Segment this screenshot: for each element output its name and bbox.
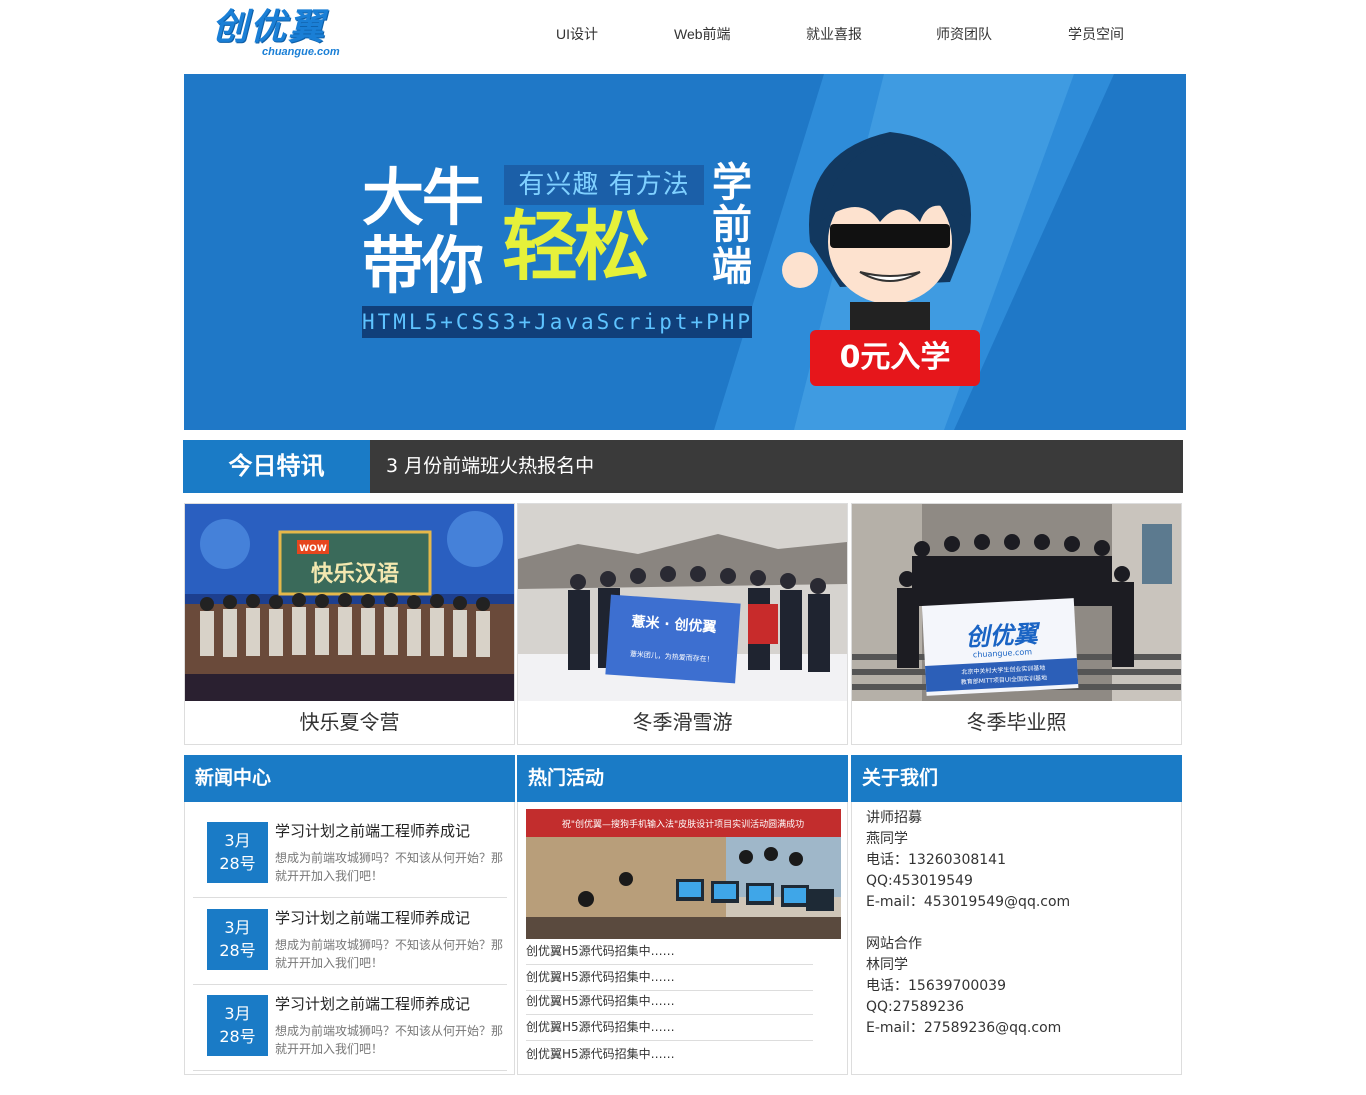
photo-caption[interactable]: 冬季滑雪游 — [518, 701, 847, 745]
photo-card-summer-camp[interactable]: WOW 快乐汉语 快乐夏令营 — [184, 503, 515, 745]
news-title[interactable]: 学习计划之前端工程师养成记 — [275, 993, 470, 1014]
date-day: 28号 — [219, 941, 256, 960]
about-contact-info: 讲师招募 燕同学 电话：13260308141 QQ:453019549 E-m… — [866, 808, 1070, 1039]
activity-link[interactable]: 创优翼H5源代码招集中…… — [526, 1043, 813, 1068]
hero-banner[interactable]: 大牛 带你 有兴趣 有方法 轻松 学前端 HTML5+CSS3+JavaScri… — [184, 74, 1186, 430]
logo-wordmark: 创优翼 — [212, 7, 327, 48]
date-badge: 3月 28号 — [207, 909, 268, 970]
coop-contact-name: 林同学 — [866, 957, 908, 973]
banner-line1: 大牛 — [362, 161, 484, 234]
logo-domain: chuangue.com — [262, 46, 340, 58]
date-badge: 3月 28号 — [207, 822, 268, 883]
panel-title: 热门活动 — [517, 755, 848, 802]
about-us-panel: 关于我们 讲师招募 燕同学 电话：13260308141 QQ:45301954… — [851, 755, 1182, 1075]
cartoon-student-illustration — [782, 132, 971, 332]
photo-caption[interactable]: 冬季毕业照 — [852, 701, 1181, 745]
photo-card-ski-trip[interactable]: 薏米 · 创优翼 薏米团儿，为热爱而存在！ 冬季滑雪游 — [517, 503, 848, 745]
nav-student-space[interactable]: 学员空间 — [1068, 24, 1124, 44]
hot-activities-panel: 热门活动 祝"创优翼—搜狗手机输入法"皮肤设计项目实训活动圆满成功 创优翼H5源… — [517, 755, 848, 1075]
ski-trip-photo[interactable]: 薏米 · 创优翼 薏米团儿，为热爱而存在！ — [518, 504, 847, 701]
banner-line2: 带你 — [362, 229, 484, 302]
news-ticker: 今日特讯 3 月份前端班火热报名中 — [183, 440, 1183, 493]
recruit-phone: 电话：13260308141 — [866, 852, 1006, 868]
recruit-label: 讲师招募 — [866, 810, 922, 826]
news-title[interactable]: 学习计划之前端工程师养成记 — [275, 907, 470, 928]
date-month: 3月 — [224, 831, 251, 850]
banner-tech-stack: HTML5+CSS3+JavaScript+PHP — [362, 306, 752, 338]
recruit-contact-name: 燕同学 — [866, 831, 908, 847]
nav-teachers[interactable]: 师资团队 — [936, 24, 992, 44]
date-day: 28号 — [219, 1027, 256, 1046]
coop-label: 网站合作 — [866, 936, 922, 952]
panel-title: 关于我们 — [851, 755, 1182, 802]
site-header: 创优翼 chuangue.com UI设计 Web前端 就业喜报 师资团队 学员… — [0, 0, 1366, 74]
coop-qq: QQ:27589236 — [866, 999, 965, 1015]
activity-link[interactable]: 创优翼H5源代码招集中…… — [526, 990, 813, 1015]
banner-easy: 轻松 — [502, 202, 650, 291]
sign-wow-text: WOW — [299, 544, 327, 554]
ticker-label: 今日特讯 — [183, 440, 370, 493]
news-item[interactable]: 3月 28号 学习计划之前端工程师养成记 想成为前端攻城狮吗？不知该从何开始？那… — [193, 899, 507, 985]
date-month: 3月 — [224, 1004, 251, 1023]
news-item[interactable]: 3月 28号 学习计划之前端工程师养成记 想成为前端攻城狮吗？不知该从何开始？那… — [193, 985, 507, 1071]
graduation-photo[interactable]: 创优翼 chuangue.com 北京中关村大学生创业实训基地 教育部MITT项… — [852, 504, 1181, 701]
date-month: 3月 — [224, 918, 251, 937]
news-description: 想成为前端攻城狮吗？不知该从何开始？那就开开加入我们吧！ — [275, 851, 504, 883]
activity-link[interactable]: 创优翼H5源代码招集中…… — [526, 940, 813, 965]
panel-title: 新闻中心 — [184, 755, 515, 802]
activity-photo[interactable]: 祝"创优翼—搜狗手机输入法"皮肤设计项目实训活动圆满成功 — [526, 809, 841, 939]
banner-vertical-text: 学前端 — [712, 160, 752, 290]
date-badge: 3月 28号 — [207, 995, 268, 1056]
brand-logo[interactable]: 创优翼 chuangue.com — [212, 8, 357, 62]
activity-banner-text: 祝"创优翼—搜狗手机输入法"皮肤设计项目实训活动圆满成功 — [562, 818, 804, 830]
nav-web-frontend[interactable]: Web前端 — [674, 24, 731, 44]
summer-camp-photo[interactable]: WOW 快乐汉语 — [185, 504, 514, 701]
news-center-panel: 新闻中心 3月 28号 学习计划之前端工程师养成记 想成为前端攻城狮吗？不知该从… — [184, 755, 515, 1075]
news-item[interactable]: 3月 28号 学习计划之前端工程师养成记 想成为前端攻城狮吗？不知该从何开始？那… — [193, 812, 507, 898]
recruit-email[interactable]: E-mail：453019549@qq.com — [866, 892, 1070, 913]
photo-card-graduation[interactable]: 创优翼 chuangue.com 北京中关村大学生创业实训基地 教育部MITT项… — [851, 503, 1182, 745]
sign-happy-chinese: 快乐汉语 — [311, 562, 399, 587]
news-description: 想成为前端攻城狮吗？不知该从何开始？那就开开加入我们吧！ — [275, 1024, 504, 1056]
news-description: 想成为前端攻城狮吗？不知该从何开始？那就开开加入我们吧！ — [275, 938, 504, 970]
banner-slogan: 有兴趣 有方法 — [504, 165, 704, 205]
news-title[interactable]: 学习计划之前端工程师养成记 — [275, 820, 470, 841]
free-enroll-button[interactable]: 0元入学 — [810, 330, 980, 386]
nav-employment-news[interactable]: 就业喜报 — [806, 24, 862, 44]
ticker-headline[interactable]: 3 月份前端班火热报名中 — [386, 440, 594, 493]
recruit-qq: QQ:453019549 — [866, 873, 973, 889]
activity-link[interactable]: 创优翼H5源代码招集中…… — [526, 966, 813, 991]
activity-link[interactable]: 创优翼H5源代码招集中…… — [526, 1016, 813, 1041]
nav-ui-design[interactable]: UI设计 — [556, 24, 598, 44]
coop-email[interactable]: E-mail：27589236@qq.com — [866, 1018, 1070, 1039]
banner-light-beam — [714, 74, 1114, 430]
date-day: 28号 — [219, 854, 256, 873]
coop-phone: 电话：15639700039 — [866, 978, 1006, 994]
photo-caption[interactable]: 快乐夏令营 — [185, 701, 514, 745]
